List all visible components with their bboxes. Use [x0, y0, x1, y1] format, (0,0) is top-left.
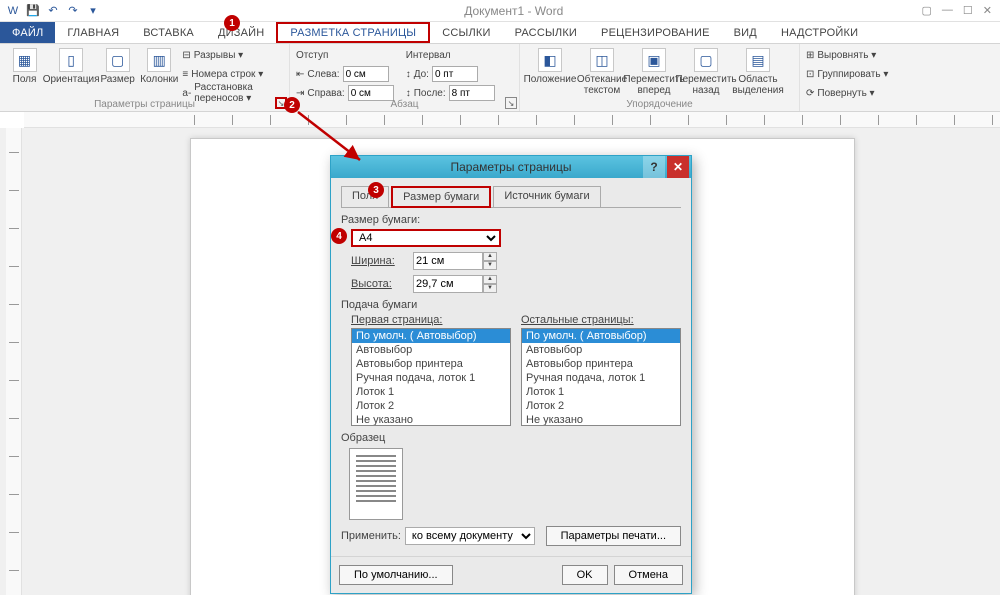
callout-3: 3	[368, 182, 384, 198]
wrap-text-button[interactable]: ◫Обтекание текстом	[578, 46, 626, 96]
dialog-title-text: Параметры страницы	[451, 160, 572, 174]
ribbon-tabs: ФАЙЛ ГЛАВНАЯ ВСТАВКА ДИЗАЙН РАЗМЕТКА СТР…	[0, 22, 1000, 44]
ok-button[interactable]: OK	[562, 565, 608, 585]
page-setup-dialog: Параметры страницы ? ✕ Поля Размер бумаг…	[330, 155, 692, 594]
sample-label: Образец	[341, 432, 681, 444]
annotation-arrow	[290, 108, 370, 168]
callout-1: 1	[224, 15, 240, 31]
width-up[interactable]: ▲	[483, 252, 497, 261]
undo-icon[interactable]: ↶	[46, 4, 60, 18]
first-page-label: Первая страница:	[351, 314, 511, 326]
indent-left-input[interactable]	[343, 66, 389, 82]
save-icon[interactable]: 💾	[26, 4, 40, 18]
selection-pane-button[interactable]: ▤Область выделения	[734, 46, 782, 96]
position-button[interactable]: ◧Положение	[526, 46, 574, 85]
tab-home[interactable]: ГЛАВНАЯ	[55, 22, 131, 43]
callout-2: 2	[284, 97, 300, 113]
apply-to-select[interactable]: ко всему документу	[405, 527, 535, 545]
qat-dropdown-icon[interactable]: ▾	[86, 4, 100, 18]
tray-option[interactable]: Автовыбор	[522, 343, 680, 357]
bring-forward-button[interactable]: ▣Переместить вперед	[630, 46, 678, 96]
tray-option[interactable]: Автовыбор	[352, 343, 510, 357]
height-down[interactable]: ▼	[483, 284, 497, 293]
columns-button[interactable]: ▥Колонки	[140, 46, 178, 85]
group-button[interactable]: ⊡Группировать ▾	[806, 65, 888, 83]
indent-label: Отступ	[296, 46, 394, 64]
first-page-tray-list[interactable]: По умолч. ( Автовыбор)АвтовыборАвтовыбор…	[351, 328, 511, 426]
tab-page-layout[interactable]: РАЗМЕТКА СТРАНИЦЫ	[276, 22, 430, 43]
paper-size-label: Размер бумаги:	[341, 214, 681, 226]
margins-button[interactable]: ▦Поля	[6, 46, 43, 85]
tray-option[interactable]: Ручная подача, лоток 1	[352, 371, 510, 385]
tray-option[interactable]: Ручная подача, лоток 1	[522, 371, 680, 385]
width-down[interactable]: ▼	[483, 261, 497, 270]
tab-file[interactable]: ФАЙЛ	[0, 22, 55, 43]
tray-option[interactable]: Лоток 1	[522, 385, 680, 399]
minimize-icon[interactable]: —	[942, 4, 953, 17]
dialog-titlebar[interactable]: Параметры страницы ? ✕	[331, 156, 691, 178]
height-up[interactable]: ▲	[483, 275, 497, 284]
align-button[interactable]: ⊞Выровнять ▾	[806, 46, 888, 64]
tray-option[interactable]: По умолч. ( Автовыбор)	[522, 329, 680, 343]
tab-mailings[interactable]: РАССЫЛКИ	[503, 22, 589, 43]
tab-review[interactable]: РЕЦЕНЗИРОВАНИЕ	[589, 22, 722, 43]
spacing-before-input[interactable]	[432, 66, 478, 82]
width-input[interactable]	[413, 252, 483, 270]
dialog-help-icon[interactable]: ?	[643, 156, 665, 178]
send-backward-button[interactable]: ▢Переместить назад	[682, 46, 730, 96]
page-setup-group-label: Параметры страницы	[0, 99, 289, 110]
other-pages-tray-list[interactable]: По умолч. ( Автовыбор)АвтовыборАвтовыбор…	[521, 328, 681, 426]
breaks-button[interactable]: ⊟Разрывы ▾	[182, 46, 283, 64]
tab-insert[interactable]: ВСТАВКА	[131, 22, 206, 43]
tray-option[interactable]: Автовыбор принтера	[352, 357, 510, 371]
tab-view[interactable]: ВИД	[722, 22, 769, 43]
tray-option[interactable]: Лоток 2	[352, 399, 510, 413]
dialog-tab-paper[interactable]: Размер бумаги	[391, 186, 491, 208]
tab-addins[interactable]: НАДСТРОЙКИ	[769, 22, 870, 43]
title-bar: W 💾 ↶ ↷ ▾ Документ1 - Word ▢ — ☐ ✕	[0, 0, 1000, 22]
apply-to-label: Применить:	[341, 530, 401, 542]
tray-option[interactable]: Автовыбор принтера	[522, 357, 680, 371]
orientation-button[interactable]: ▯Ориентация	[47, 46, 95, 85]
default-button[interactable]: По умолчанию...	[339, 565, 453, 585]
sample-preview	[349, 448, 403, 520]
height-label: Высота:	[351, 278, 407, 290]
word-icon: W	[6, 4, 20, 18]
tray-option[interactable]: Лоток 1	[352, 385, 510, 399]
maximize-icon[interactable]: ☐	[963, 4, 973, 17]
other-pages-label: Остальные страницы:	[521, 314, 681, 326]
redo-icon[interactable]: ↷	[66, 4, 80, 18]
ribbon-options-icon[interactable]: ▢	[922, 4, 932, 17]
close-icon[interactable]: ✕	[983, 4, 992, 17]
horizontal-ruler[interactable]	[24, 112, 1000, 128]
paragraph-launcher[interactable]: ↘	[505, 97, 517, 109]
dialog-close-icon[interactable]: ✕	[667, 156, 689, 178]
tray-option[interactable]: По умолч. ( Автовыбор)	[352, 329, 510, 343]
tab-references[interactable]: ССЫЛКИ	[430, 22, 502, 43]
tray-option[interactable]: Не указано	[522, 413, 680, 426]
paper-feed-label: Подача бумаги	[341, 299, 681, 311]
arrange-group-label: Упорядочение	[520, 99, 799, 110]
tab-design[interactable]: ДИЗАЙН	[206, 22, 276, 43]
spacing-label: Интервал	[406, 46, 495, 64]
vertical-ruler[interactable]	[6, 128, 22, 595]
callout-4: 4	[331, 228, 347, 244]
height-input[interactable]	[413, 275, 483, 293]
tray-option[interactable]: Лоток 2	[522, 399, 680, 413]
dialog-tab-source[interactable]: Источник бумаги	[493, 186, 600, 207]
ribbon: ▦Поля ▯Ориентация ▢Размер ▥Колонки ⊟Разр…	[0, 44, 1000, 112]
line-numbers-button[interactable]: ≡Номера строк ▾	[182, 65, 283, 83]
paper-size-select[interactable]: A4	[351, 229, 501, 247]
rotate-button[interactable]: ⟳Повернуть ▾	[806, 84, 888, 102]
size-button[interactable]: ▢Размер	[99, 46, 136, 85]
cancel-button[interactable]: Отмена	[614, 565, 683, 585]
print-options-button[interactable]: Параметры печати...	[546, 526, 681, 546]
width-label: Ширина:	[351, 255, 407, 267]
tray-option[interactable]: Не указано	[352, 413, 510, 426]
